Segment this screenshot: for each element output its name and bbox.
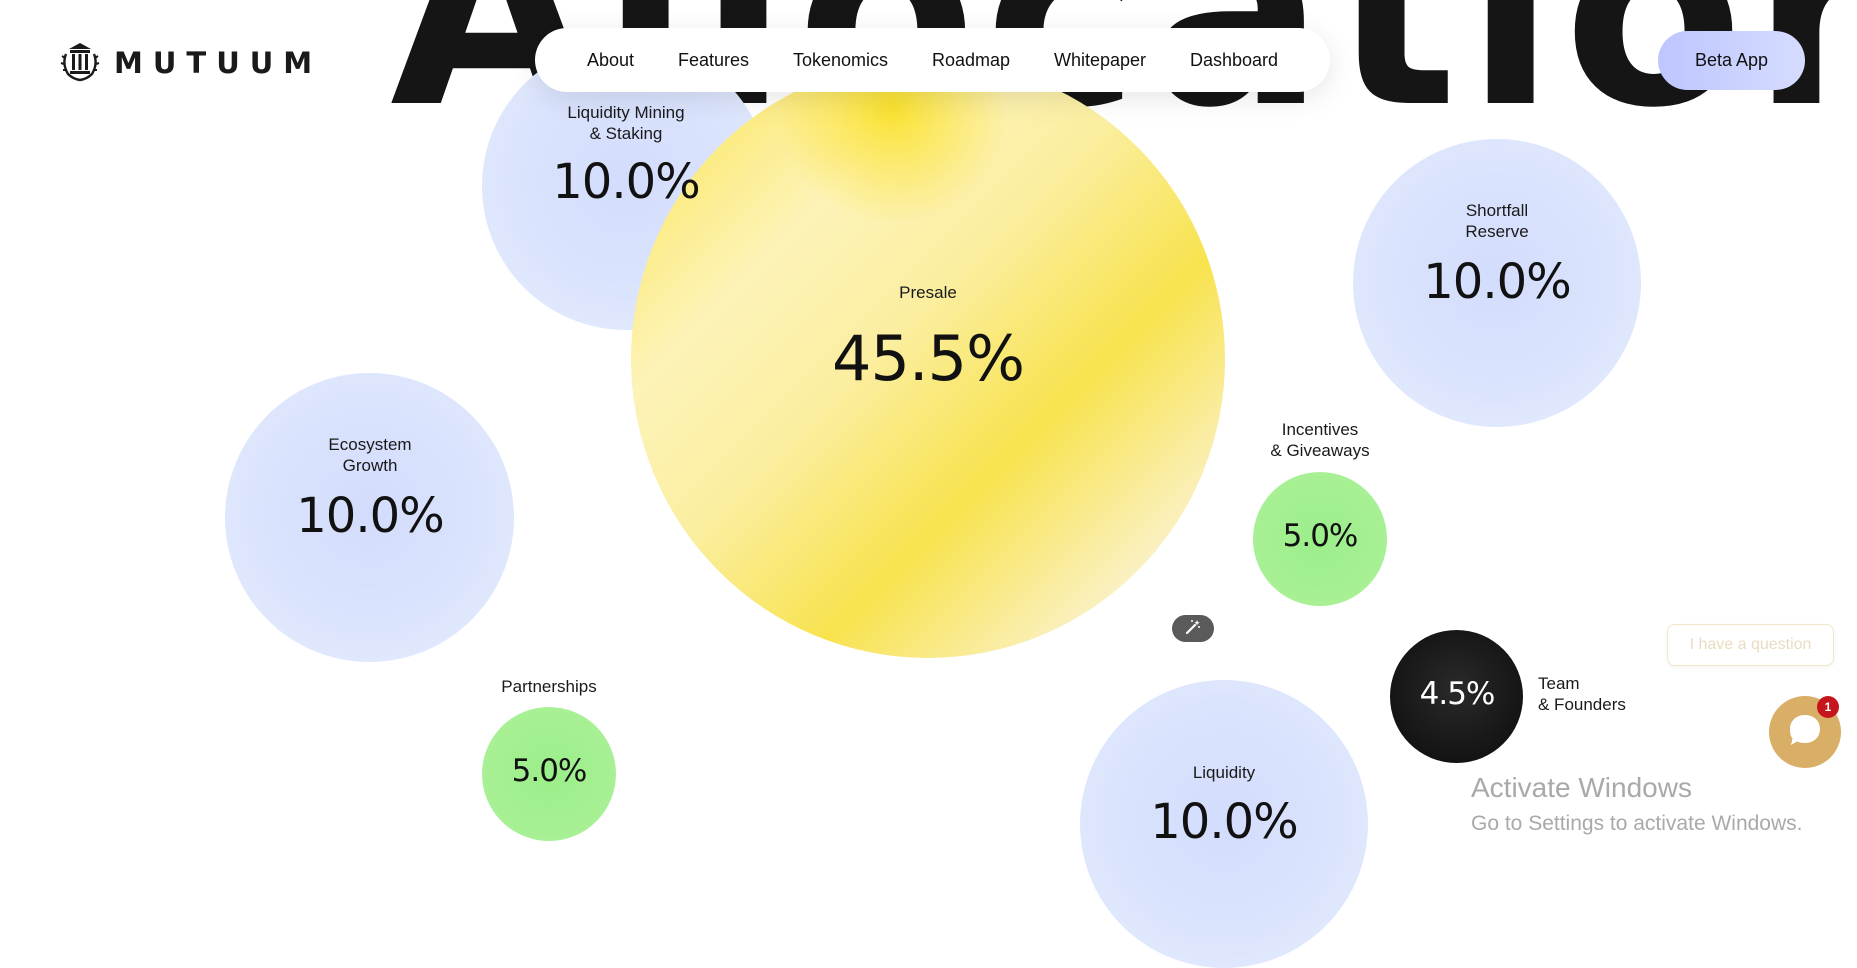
- nav-about[interactable]: About: [587, 50, 634, 71]
- nav-whitepaper[interactable]: Whitepaper: [1054, 50, 1146, 71]
- label-liquidity-mining: Liquidity Mining & Staking: [567, 103, 685, 143]
- nav-features[interactable]: Features: [678, 50, 749, 71]
- label-incentives: Incentives & Giveaways: [1270, 420, 1370, 460]
- value-team-founders: 4.5%: [1419, 676, 1496, 712]
- label-ecosystem-growth: Ecosystem Growth: [328, 435, 412, 475]
- value-partnerships: 5.0%: [511, 753, 588, 789]
- value-ecosystem-growth: 10.0%: [296, 488, 444, 544]
- chat-bubble-icon: [1785, 710, 1825, 754]
- nav-roadmap[interactable]: Roadmap: [932, 50, 1010, 71]
- value-incentives: 5.0%: [1282, 518, 1359, 554]
- label-presale: Presale: [899, 283, 957, 302]
- value-shortfall-reserve: 10.0%: [1423, 254, 1571, 310]
- main-nav: About Features Tokenomics Roadmap Whitep…: [535, 28, 1330, 92]
- temple-laurel-icon: [60, 40, 100, 86]
- chat-notification-badge: 1: [1817, 696, 1839, 718]
- value-presale: 45.5%: [832, 322, 1025, 395]
- label-shortfall-reserve: Shortfall Reserve: [1465, 201, 1529, 241]
- label-liquidity: Liquidity: [1192, 763, 1256, 782]
- value-liquidity: 10.0%: [1150, 794, 1298, 850]
- os-activation-subtitle: Go to Settings to activate Windows.: [1471, 812, 1803, 835]
- label-team-founders: Team & Founders: [1538, 674, 1626, 714]
- brand-name: MUTUUM: [114, 46, 323, 80]
- label-partnerships: Partnerships: [501, 677, 597, 696]
- beta-app-button[interactable]: Beta App: [1658, 31, 1805, 90]
- nav-tokenomics[interactable]: Tokenomics: [793, 50, 888, 71]
- os-activation-title: Activate Windows: [1471, 772, 1692, 803]
- nav-dashboard[interactable]: Dashboard: [1190, 50, 1278, 71]
- chat-prompt-bubble[interactable]: I have a question: [1667, 624, 1834, 666]
- value-liquidity-mining: 10.0%: [552, 154, 700, 210]
- magic-tool-chip[interactable]: [1172, 615, 1214, 642]
- brand-logo[interactable]: MUTUUM: [60, 40, 322, 86]
- magic-wand-icon: [1184, 618, 1202, 640]
